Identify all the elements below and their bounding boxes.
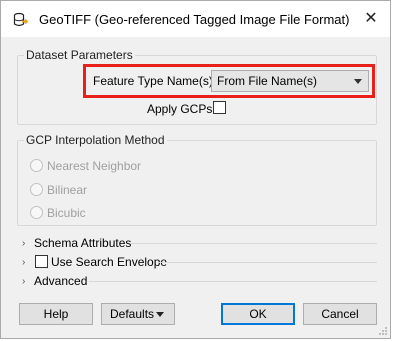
radio-bicubic[interactable] bbox=[30, 206, 43, 219]
resize-grip-icon[interactable] bbox=[378, 326, 388, 336]
chevron-right-icon[interactable]: › bbox=[22, 238, 25, 249]
radio-label: Nearest Neighbor bbox=[47, 159, 142, 173]
use-search-envelope-checkbox[interactable] bbox=[35, 255, 48, 268]
radio-label: Bilinear bbox=[47, 183, 88, 197]
database-import-icon bbox=[13, 12, 29, 28]
close-icon[interactable]: ✕ bbox=[356, 5, 386, 31]
title-bar: GeoTIFF (Geo-referenced Tagged Image Fil… bbox=[1, 1, 390, 37]
radio-nearest-neighbor[interactable] bbox=[30, 159, 43, 172]
defaults-button-label: Defaults bbox=[110, 307, 155, 321]
cancel-button[interactable]: Cancel bbox=[303, 303, 377, 325]
radio-bilinear[interactable] bbox=[30, 183, 43, 196]
ok-button[interactable]: OK bbox=[221, 303, 295, 325]
chevron-down-icon bbox=[156, 312, 164, 317]
parameters-dialog: GeoTIFF (Geo-referenced Tagged Image Fil… bbox=[0, 0, 391, 339]
highlight-box bbox=[83, 64, 375, 98]
defaults-button[interactable]: Defaults bbox=[101, 303, 175, 325]
divider bbox=[89, 281, 377, 282]
chevron-right-icon[interactable]: › bbox=[22, 276, 25, 287]
group-legend: Dataset Parameters bbox=[24, 48, 135, 62]
section-use-search-envelope[interactable]: Use Search Envelope bbox=[51, 255, 167, 269]
divider bbox=[158, 262, 377, 263]
group-legend: GCP Interpolation Method bbox=[24, 133, 167, 147]
divider bbox=[131, 243, 377, 244]
section-schema-attributes[interactable]: Schema Attributes bbox=[34, 236, 131, 250]
radio-label: Bicubic bbox=[47, 206, 86, 220]
window-title: GeoTIFF (Geo-referenced Tagged Image Fil… bbox=[39, 12, 349, 27]
ok-button-label: OK bbox=[249, 307, 267, 321]
apply-gcps-checkbox[interactable] bbox=[213, 101, 226, 114]
chevron-right-icon[interactable]: › bbox=[22, 257, 25, 268]
apply-gcps-label: Apply GCPs: bbox=[147, 102, 216, 116]
help-button[interactable]: Help bbox=[19, 303, 93, 325]
help-button-label: Help bbox=[43, 307, 69, 321]
cancel-button-label: Cancel bbox=[321, 307, 359, 321]
section-advanced[interactable]: Advanced bbox=[34, 274, 87, 288]
